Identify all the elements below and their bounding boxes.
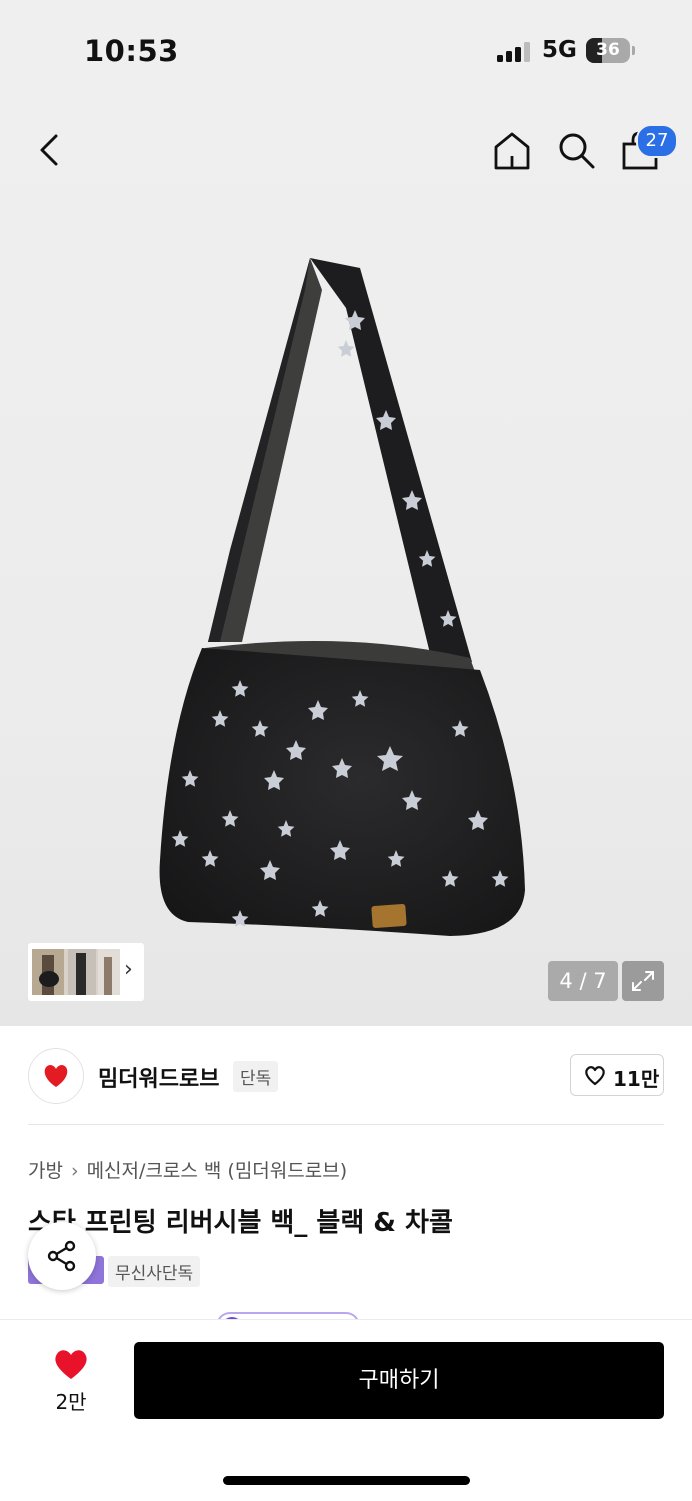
heart-outline-icon xyxy=(585,1066,605,1086)
divider xyxy=(28,1124,664,1125)
thumbnail-next-icon[interactable]: › xyxy=(124,957,133,982)
heart-filled-icon xyxy=(55,1350,87,1379)
product-title: 스타 프린팅 리버시블 백_ 블랙 & 차콜 xyxy=(28,1208,453,1238)
expand-icon[interactable] xyxy=(622,961,664,1001)
favorite-button[interactable]: 2만 xyxy=(44,1345,98,1415)
share-icon xyxy=(47,1240,76,1272)
brand-like-button[interactable]: 11만 xyxy=(570,1054,664,1096)
favorite-count: 2만 xyxy=(55,1390,87,1414)
breadcrumb-category[interactable]: 가방 xyxy=(28,1160,63,1182)
status-time: 10:53 xyxy=(84,34,179,68)
product-image xyxy=(159,258,526,936)
breadcrumb-separator: › xyxy=(70,1160,79,1182)
brand-like-count: 11만 xyxy=(613,1067,660,1091)
brand-name[interactable]: 밈더워드로브 xyxy=(98,1061,219,1093)
musinsa-exclusive-tag: 무신사단독 xyxy=(108,1256,201,1287)
battery-percent: 36 xyxy=(596,40,620,60)
brand-exclusive-tag: 단독 xyxy=(233,1061,279,1092)
share-button[interactable] xyxy=(28,1222,96,1290)
image-counter: 4 / 7 xyxy=(548,961,618,1001)
thumbnail-image xyxy=(32,949,120,995)
back-button[interactable] xyxy=(30,128,70,172)
heart-logo-icon xyxy=(44,1065,68,1087)
home-icon[interactable] xyxy=(490,128,534,172)
status-bar: 10:53 5G 36 xyxy=(0,0,692,100)
buy-button[interactable]: 구매하기 xyxy=(134,1342,664,1419)
breadcrumb-subcategory[interactable]: 메신저/크로스 백 (밈더워드로브) xyxy=(87,1160,348,1182)
search-icon[interactable] xyxy=(554,128,598,172)
home-indicator[interactable] xyxy=(223,1476,470,1485)
network-type: 5G xyxy=(542,37,577,63)
battery-tip xyxy=(632,46,635,55)
thumbnail-strip[interactable]: › xyxy=(28,943,144,1001)
battery-icon: 36 xyxy=(586,38,630,63)
breadcrumb: 가방 › 메신저/크로스 백 (밈더워드로브) xyxy=(28,1156,347,1183)
brand-logo[interactable] xyxy=(28,1048,84,1104)
cart-count-badge: 27 xyxy=(636,124,678,158)
cellular-signal-icon xyxy=(497,42,530,62)
